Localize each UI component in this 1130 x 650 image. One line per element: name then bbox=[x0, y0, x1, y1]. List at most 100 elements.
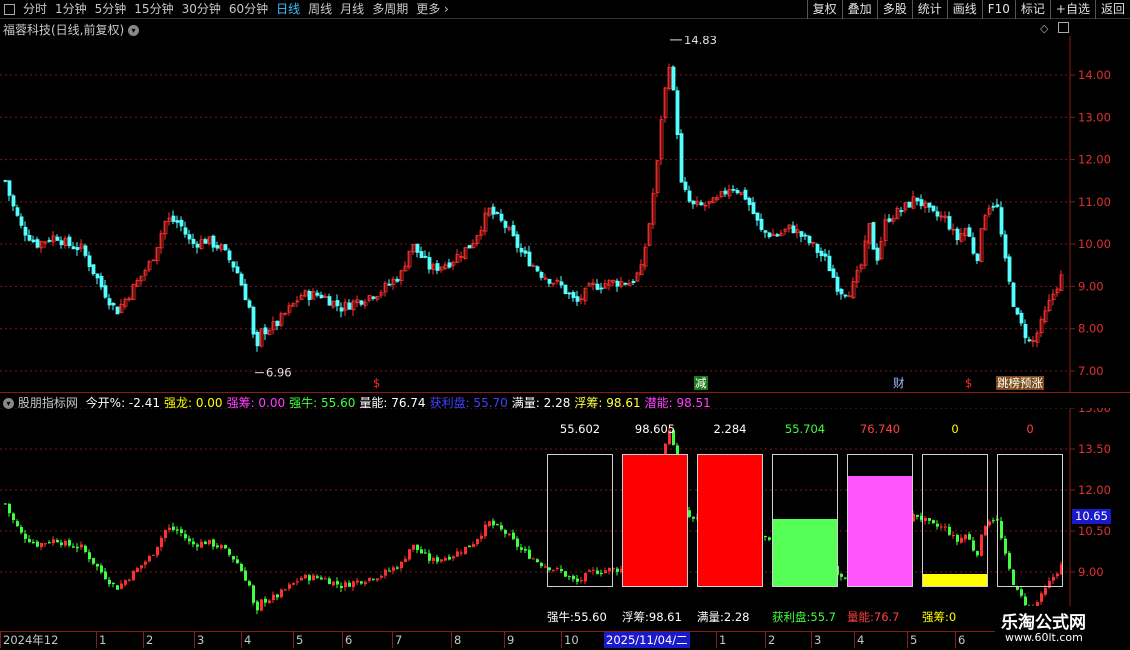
candle-body bbox=[892, 528, 895, 530]
candle-body bbox=[356, 580, 359, 583]
candle-body bbox=[200, 541, 203, 548]
layout-icon[interactable] bbox=[1058, 22, 1069, 33]
candle-body bbox=[575, 296, 580, 302]
candle-body bbox=[108, 579, 111, 584]
event-marker[interactable]: 财 bbox=[892, 376, 906, 390]
candle-body bbox=[672, 430, 675, 445]
event-marker[interactable]: $ bbox=[372, 376, 381, 390]
candle-body bbox=[972, 540, 975, 551]
candle-body bbox=[191, 238, 196, 244]
watermark: 乐淘公式网 www.60lt.com bbox=[995, 606, 1130, 650]
period-tab[interactable]: 日线 bbox=[272, 0, 304, 19]
candle-body bbox=[256, 601, 259, 611]
period-tab[interactable]: 分时 bbox=[19, 0, 51, 19]
period-tab[interactable]: 周线 bbox=[304, 0, 336, 19]
candle-body bbox=[28, 539, 31, 543]
event-marker[interactable]: 跳榜预涨 bbox=[996, 376, 1044, 390]
candle-body bbox=[7, 180, 12, 196]
candle-body bbox=[788, 532, 791, 535]
toolbar-button[interactable]: 多股 bbox=[876, 0, 912, 19]
candle-body bbox=[408, 549, 411, 560]
toolbar-button[interactable]: 返回 bbox=[1094, 0, 1130, 19]
period-tab[interactable]: 60分钟 bbox=[225, 0, 272, 19]
candle-body bbox=[324, 578, 327, 580]
candle-body bbox=[244, 570, 247, 581]
candle-body bbox=[276, 594, 279, 598]
candle-body bbox=[932, 520, 935, 524]
candle-body bbox=[87, 255, 92, 268]
candle-body bbox=[684, 504, 687, 510]
candle-body bbox=[796, 535, 799, 538]
candle-body bbox=[395, 278, 400, 282]
candle-body bbox=[776, 538, 779, 540]
period-tab[interactable]: 多周期 bbox=[368, 0, 412, 19]
toolbar-button[interactable]: F10 bbox=[981, 0, 1015, 19]
candle-body bbox=[808, 539, 811, 544]
candle-body bbox=[96, 563, 99, 567]
candle-body bbox=[831, 268, 836, 278]
period-tab[interactable]: 更多 › bbox=[412, 0, 453, 19]
toolbar-button[interactable]: 标记 bbox=[1014, 0, 1050, 19]
toolbar-button[interactable]: 画线 bbox=[946, 0, 982, 19]
candle-body bbox=[888, 528, 891, 530]
candle-body bbox=[164, 529, 167, 539]
candle-body bbox=[760, 528, 763, 536]
candle-body bbox=[248, 581, 251, 586]
candle-body bbox=[812, 543, 815, 545]
candle-body bbox=[156, 546, 159, 556]
candle-body bbox=[564, 571, 567, 577]
date-tick: 3 bbox=[811, 632, 821, 648]
diamond-icon[interactable]: ◇ bbox=[1040, 22, 1048, 35]
candle-body bbox=[92, 557, 95, 564]
candle-body bbox=[432, 558, 435, 562]
candle-body bbox=[748, 514, 751, 520]
window-icon[interactable] bbox=[4, 4, 15, 15]
candle-body bbox=[815, 244, 820, 253]
candle-body bbox=[523, 250, 528, 254]
candle-body bbox=[235, 266, 240, 274]
candle-body bbox=[828, 552, 831, 562]
event-marker[interactable]: $ bbox=[964, 376, 973, 390]
period-tab[interactable]: 1分钟 bbox=[51, 0, 91, 19]
date-tick: 5 bbox=[907, 632, 917, 648]
toolbar-button[interactable]: 叠加 bbox=[841, 0, 877, 19]
event-marker[interactable]: 减 bbox=[694, 376, 708, 390]
candle-body bbox=[428, 553, 431, 561]
candle-body bbox=[571, 292, 576, 299]
candle-body bbox=[180, 529, 183, 533]
candle-body bbox=[568, 576, 571, 578]
candle-body bbox=[771, 234, 776, 237]
candle-body bbox=[948, 526, 951, 535]
chevron-down-icon[interactable]: ▾ bbox=[128, 25, 140, 36]
candle-body bbox=[991, 205, 996, 208]
candle-body bbox=[4, 503, 7, 505]
candle-body bbox=[731, 188, 736, 191]
toolbar-right-buttons: 复权 叠加 多股 统计 画线 F10 标记 +自选 返回 bbox=[806, 0, 1130, 19]
candle-body bbox=[215, 245, 220, 249]
price-tick-label: 8.00 bbox=[1078, 322, 1104, 336]
price-tick-label: 13.00 bbox=[1078, 110, 1111, 124]
candle-body bbox=[687, 190, 692, 202]
candle-body bbox=[547, 279, 552, 284]
candle-body bbox=[80, 544, 83, 548]
toolbar-button[interactable]: 复权 bbox=[806, 0, 842, 19]
candle-body bbox=[848, 578, 851, 580]
candle-body bbox=[423, 255, 428, 258]
candle-body bbox=[960, 537, 963, 543]
candle-body bbox=[448, 556, 451, 560]
date-tick: 6 bbox=[342, 632, 352, 648]
period-tab[interactable]: 5分钟 bbox=[91, 0, 131, 19]
period-tab[interactable]: 30分钟 bbox=[178, 0, 225, 19]
candle-body bbox=[19, 216, 24, 226]
price-chart[interactable]: 14.00 13.00 12.00 11.00 10.00 9.00 8.00 7.00 14.… bbox=[0, 36, 1130, 392]
period-tab[interactable]: 15分钟 bbox=[130, 0, 177, 19]
candle-body bbox=[464, 546, 467, 554]
indicator-chart[interactable]: 15.00 13.50 12.00 10.50 9.00 bbox=[0, 408, 1130, 631]
toolbar-button[interactable]: +自选 bbox=[1049, 0, 1095, 19]
candle-body bbox=[747, 197, 752, 206]
candle-body bbox=[35, 239, 40, 248]
period-tab[interactable]: 月线 bbox=[336, 0, 368, 19]
toolbar-button[interactable]: 统计 bbox=[911, 0, 947, 19]
candle-body bbox=[567, 292, 572, 295]
candle-body bbox=[71, 246, 76, 250]
